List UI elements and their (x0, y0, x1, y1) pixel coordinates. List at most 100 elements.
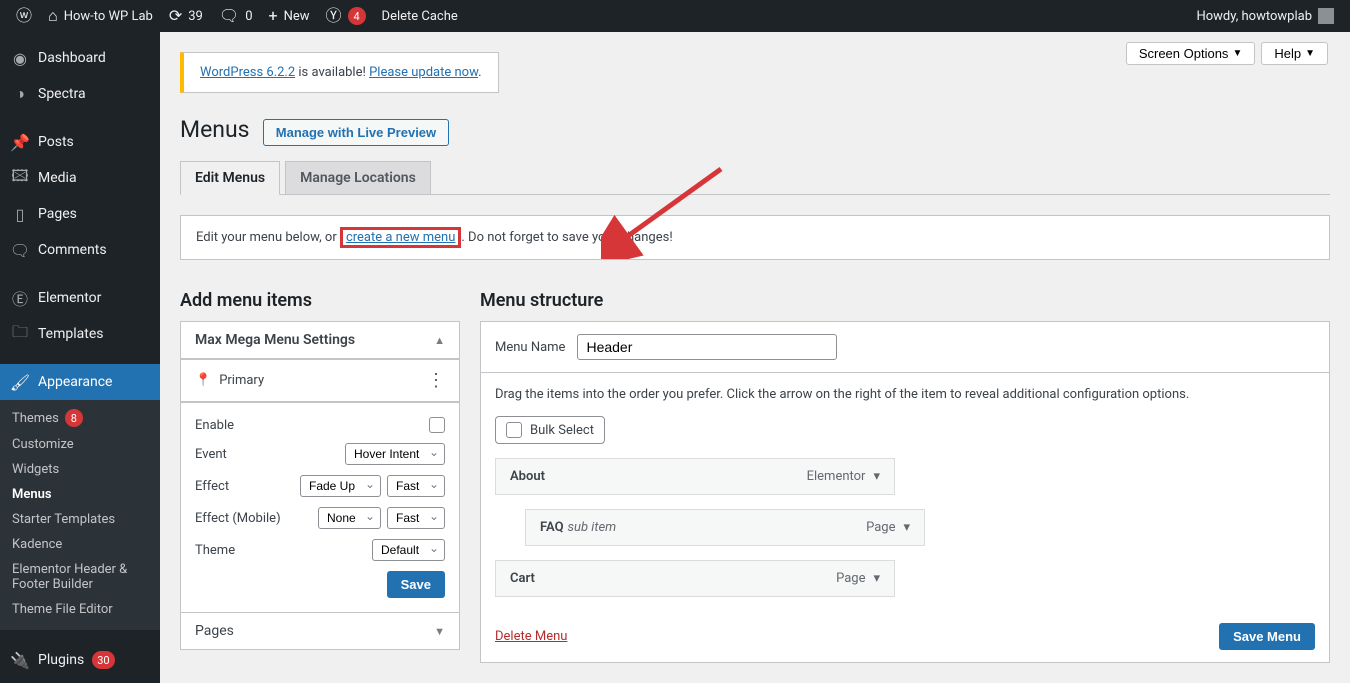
caret-up-icon: ▲ (434, 334, 445, 347)
mega-menu-body: Enable Event Hover Intent Effect Fade Up Fa… (180, 401, 460, 613)
menu-instructions: Drag the items into the order you prefer… (495, 387, 1315, 402)
help-button[interactable]: Help▼ (1261, 42, 1328, 65)
menu-comments[interactable]: 🗨Comments (0, 232, 160, 268)
menu-name-input[interactable] (577, 334, 837, 360)
effect-mobile-select[interactable]: None (318, 507, 381, 529)
brush-icon: 🖌 (10, 372, 30, 392)
submenu-themes[interactable]: Themes8 (0, 404, 160, 432)
caret-down-icon: ▼ (434, 625, 445, 638)
mega-save-button[interactable]: Save (387, 571, 445, 598)
theme-select[interactable]: Default (372, 539, 445, 561)
effect-mobile-speed-select[interactable]: Fast (387, 507, 445, 529)
event-select[interactable]: Hover Intent (345, 443, 445, 465)
mega-menu-location-row: 📍Primary ⋮ (180, 358, 460, 402)
delete-cache-link[interactable]: Delete Cache (374, 0, 466, 32)
menu-spectra[interactable]: ◑Spectra (0, 76, 160, 112)
new-content-link[interactable]: + New (261, 0, 318, 32)
menu-posts[interactable]: 📌Posts (0, 124, 160, 160)
spectra-icon: ◑ (10, 84, 30, 104)
wordpress-icon: ⓦ (16, 8, 32, 24)
refresh-icon: ⟳ (169, 8, 182, 24)
menu-item-about[interactable]: About Elementor▾ (495, 458, 895, 495)
mega-location: Primary (219, 373, 264, 388)
effect-speed-select[interactable]: Fast (387, 475, 445, 497)
comment-icon: 🗨 (10, 240, 30, 260)
chevron-down-icon: ▼ (1305, 48, 1315, 59)
comments-link[interactable]: 🗨0 (211, 0, 261, 32)
mega-menu-header[interactable]: Max Mega Menu Settings▲ (181, 322, 459, 358)
screen-options-button[interactable]: Screen Options▼ (1126, 42, 1256, 65)
dashboard-icon: ◉ (10, 48, 30, 68)
submenu-customize[interactable]: Customize (0, 432, 160, 457)
content-area: Screen Options▼ Help▼ WordPress 6.2.2 is… (160, 32, 1350, 683)
admin-toolbar: ⓦ ⌂How-to WP Lab ⟳ 39 🗨0 + New Ⓨ4 Delete C… (0, 0, 1350, 32)
event-label: Event (195, 447, 227, 462)
menu-plugins[interactable]: 🔌Plugins30 (0, 642, 160, 678)
new-label: New (284, 9, 310, 24)
comment-icon: 🗨 (219, 8, 239, 24)
add-menu-items-heading: Add menu items (180, 290, 460, 311)
submenu-starter-templates[interactable]: Starter Templates (0, 507, 160, 532)
elementor-icon: Ⓔ (10, 288, 30, 308)
theme-label: Theme (195, 543, 235, 558)
save-menu-button[interactable]: Save Menu (1219, 623, 1315, 650)
site-name-link[interactable]: ⌂How-to WP Lab (40, 0, 161, 32)
mega-menu-panel: Max Mega Menu Settings▲ (180, 321, 460, 359)
menu-elementor[interactable]: ⒺElementor (0, 280, 160, 316)
submenu-widgets[interactable]: Widgets (0, 457, 160, 482)
effect-select[interactable]: Fade Up (300, 475, 381, 497)
menu-dashboard[interactable]: ◉Dashboard (0, 40, 160, 76)
page-title: Menus (180, 116, 250, 143)
chevron-down-icon[interactable]: ▾ (873, 571, 880, 586)
menu-structure-heading: Menu structure (480, 290, 1330, 311)
effect-label: Effect (195, 479, 229, 494)
yoast-link[interactable]: Ⓨ4 (318, 0, 374, 32)
nav-tabs: Edit Menus Manage Locations (180, 161, 1330, 195)
chevron-down-icon[interactable]: ▾ (903, 520, 910, 535)
submenu-kadence[interactable]: Kadence (0, 532, 160, 557)
submenu-elementor-header-footer[interactable]: Elementor Header & Footer Builder (0, 557, 160, 597)
howdy-link[interactable]: Howdy, howtowplab (1188, 0, 1342, 32)
tab-manage-locations[interactable]: Manage Locations (285, 161, 431, 195)
enable-checkbox[interactable] (429, 417, 445, 433)
bulk-select-button[interactable]: Bulk Select (495, 416, 605, 444)
effect-mobile-label: Effect (Mobile) (195, 511, 281, 526)
edit-menu-notice: Edit your menu below, or create a new me… (180, 215, 1330, 260)
chevron-down-icon[interactable]: ▾ (873, 469, 880, 484)
updates-count: 39 (188, 9, 203, 24)
bulk-select-checkbox[interactable] (506, 422, 522, 438)
menu-edit-box: Menu Name Drag the items into the order … (480, 321, 1330, 663)
submenu-menus[interactable]: Menus (0, 482, 160, 507)
update-nag: WordPress 6.2.2 is available! Please upd… (180, 52, 499, 93)
yoast-count: 4 (348, 7, 366, 25)
tab-edit-menus[interactable]: Edit Menus (180, 161, 280, 195)
menu-item-faq[interactable]: FAQsub item Page▾ (525, 509, 925, 546)
menu-media[interactable]: 🖾Media (0, 160, 160, 196)
site-name: How-to WP Lab (64, 9, 153, 24)
plugin-icon: 🔌 (10, 650, 30, 670)
wp-logo[interactable]: ⓦ (8, 0, 40, 32)
menu-pages[interactable]: ▯Pages (0, 196, 160, 232)
menu-item-cart[interactable]: Cart Page▾ (495, 560, 895, 597)
delete-menu-link[interactable]: Delete Menu (495, 629, 567, 644)
themes-count: 8 (65, 409, 83, 427)
pages-panel[interactable]: Pages▼ (180, 612, 460, 650)
enable-label: Enable (195, 418, 234, 433)
wp-version-link[interactable]: WordPress 6.2.2 (200, 65, 295, 80)
appearance-submenu: Themes8 Customize Widgets Menus Starter … (0, 400, 160, 630)
menu-templates[interactable]: 🗀Templates (0, 316, 160, 352)
folder-icon: 🗀 (10, 324, 30, 344)
submenu-theme-file-editor[interactable]: Theme File Editor (0, 597, 160, 622)
menu-appearance[interactable]: 🖌Appearance (0, 364, 160, 400)
live-preview-button[interactable]: Manage with Live Preview (263, 119, 449, 146)
kebab-icon[interactable]: ⋮ (427, 370, 445, 391)
create-menu-highlight: create a new menu (340, 227, 461, 248)
update-now-link[interactable]: Please update now (369, 65, 478, 80)
updates-link[interactable]: ⟳ 39 (161, 0, 211, 32)
admin-sidemenu: ◉Dashboard ◑Spectra 📌Posts 🖾Media ▯Pages… (0, 32, 160, 683)
media-icon: 🖾 (10, 168, 30, 188)
create-new-menu-link[interactable]: create a new menu (346, 230, 455, 245)
plus-icon: + (269, 8, 278, 24)
menu-name-label: Menu Name (495, 340, 565, 355)
avatar (1318, 8, 1334, 24)
